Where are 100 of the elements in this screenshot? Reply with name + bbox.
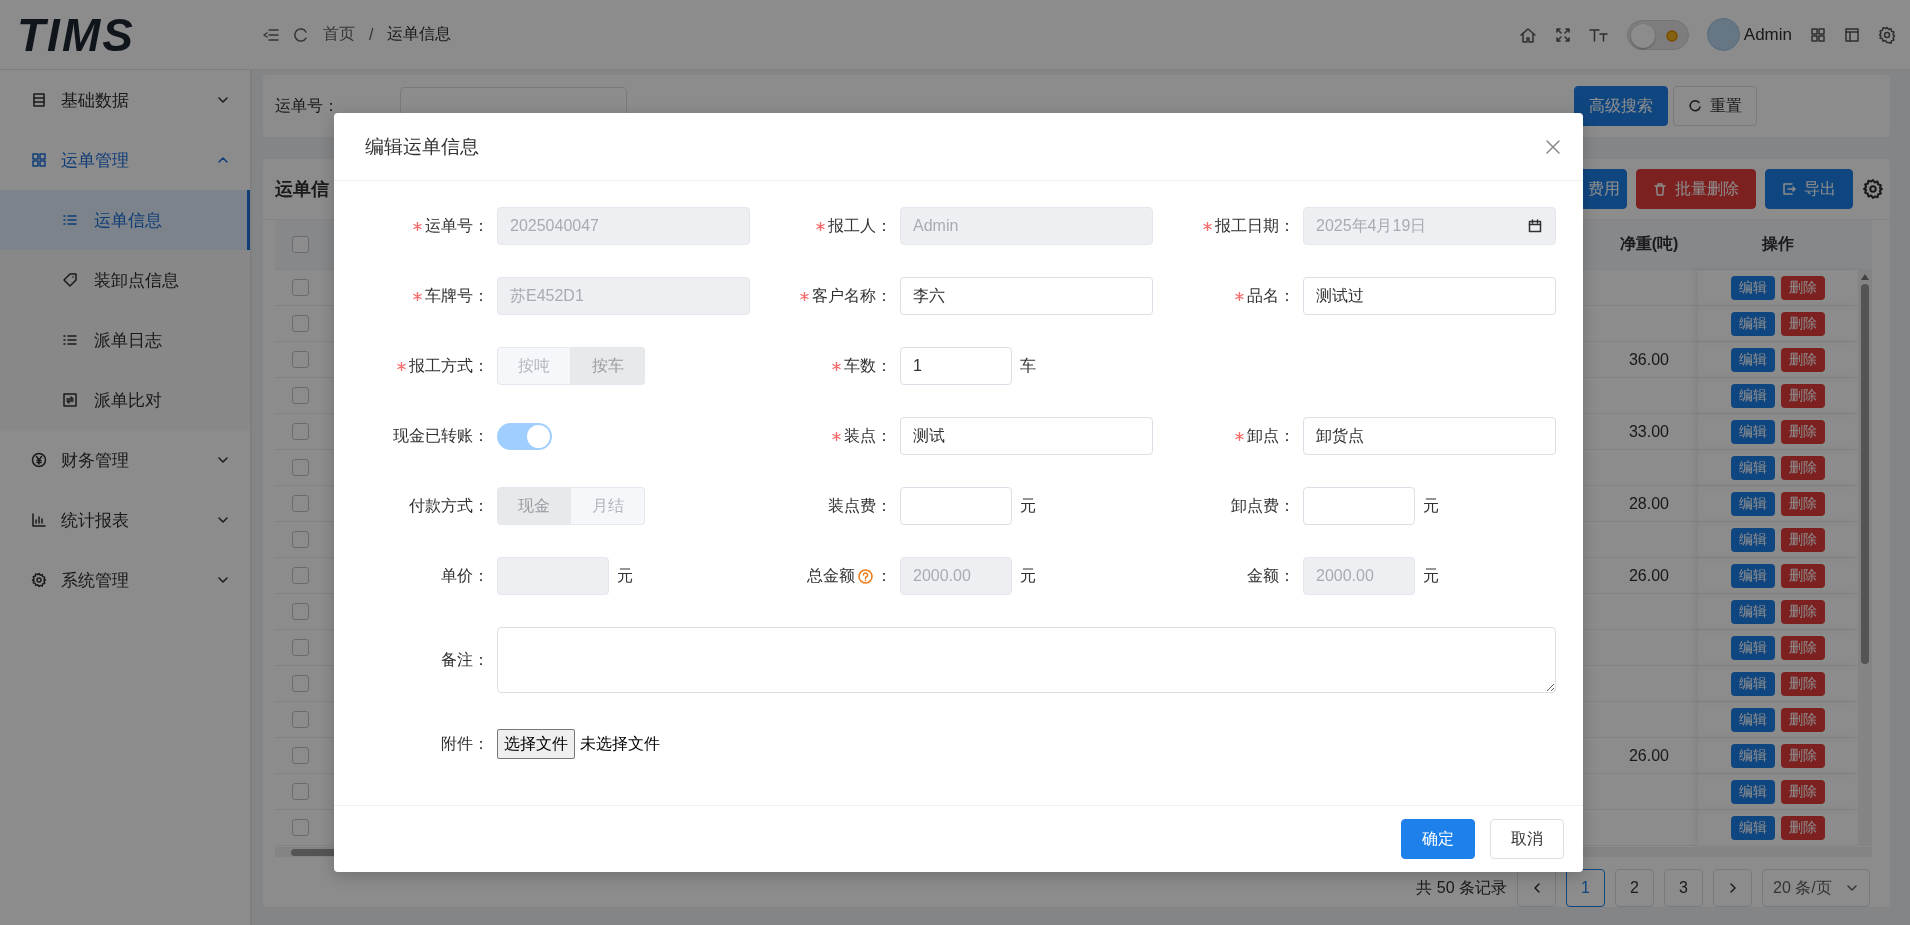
theme-switch[interactable]: [1626, 19, 1689, 50]
delete-button[interactable]: 删除: [1781, 383, 1825, 408]
edit-button[interactable]: 编辑: [1731, 671, 1775, 696]
compare-icon: [62, 392, 78, 408]
input-field[interactable]: 1: [900, 347, 1012, 385]
input-field[interactable]: 测试过: [1303, 277, 1556, 315]
grid-icon: [31, 152, 47, 168]
submenu-item[interactable]: 装卸点信息: [0, 250, 250, 310]
menu-item[interactable]: 系统管理: [0, 550, 250, 610]
input-field[interactable]: 卸货点: [1303, 417, 1556, 455]
checkbox[interactable]: [291, 675, 309, 692]
edit-button[interactable]: 编辑: [1731, 347, 1775, 372]
edit-button[interactable]: 编辑: [1731, 455, 1775, 480]
menu-item[interactable]: 基础数据: [0, 70, 250, 130]
delete-button[interactable]: 删除: [1781, 275, 1825, 300]
delete-button[interactable]: 删除: [1781, 599, 1825, 624]
toolbar-button[interactable]: 批量删除: [1636, 169, 1756, 209]
page-button[interactable]: 1: [1566, 869, 1605, 907]
checkbox[interactable]: [291, 423, 309, 440]
checkbox[interactable]: [291, 459, 309, 476]
page-size-select[interactable]: 20 条/页: [1762, 869, 1870, 907]
edit-button[interactable]: 编辑: [1731, 311, 1775, 336]
user-name[interactable]: Admin: [1743, 24, 1792, 45]
avatar[interactable]: [1706, 18, 1740, 51]
edit-button[interactable]: 编辑: [1731, 599, 1775, 624]
checkbox[interactable]: [291, 819, 309, 836]
required-icon: [800, 291, 809, 301]
field-label: 车数：: [844, 355, 892, 376]
delete-button[interactable]: 删除: [1781, 347, 1825, 372]
checkbox[interactable]: [291, 495, 309, 512]
input-field[interactable]: 测试: [900, 417, 1153, 455]
checkbox[interactable]: [291, 711, 309, 728]
dialog-button[interactable]: 取消: [1490, 819, 1564, 859]
choose-file-button[interactable]: 选择文件: [497, 729, 575, 759]
edit-button[interactable]: 编辑: [1731, 491, 1775, 516]
page-button[interactable]: 3: [1664, 869, 1703, 907]
input-field[interactable]: [900, 487, 1012, 525]
settings-icon[interactable]: [1862, 178, 1884, 200]
checkbox[interactable]: [291, 315, 309, 332]
tag-icon: [62, 272, 78, 288]
search-panel-button[interactable]: 高级搜索: [1574, 86, 1668, 126]
delete-button[interactable]: 删除: [1781, 635, 1825, 660]
menu-item[interactable]: 统计报表: [0, 490, 250, 550]
settings-icon[interactable]: [1878, 25, 1896, 44]
grid-icon[interactable]: [1810, 26, 1826, 43]
search-panel-button[interactable]: 重置: [1673, 86, 1757, 126]
fullscreen-icon[interactable]: [1554, 26, 1571, 43]
checkbox[interactable]: [291, 236, 309, 253]
edit-button[interactable]: 编辑: [1731, 383, 1775, 408]
checkbox[interactable]: [291, 639, 309, 656]
checkbox[interactable]: [291, 387, 309, 404]
delete-button[interactable]: 删除: [1781, 491, 1825, 516]
textarea-field[interactable]: [497, 627, 1556, 693]
checkbox[interactable]: [291, 351, 309, 368]
vertical-scrollbar[interactable]: [1858, 270, 1872, 846]
checkbox[interactable]: [291, 603, 309, 620]
edit-button[interactable]: 编辑: [1731, 275, 1775, 300]
delete-button[interactable]: 删除: [1781, 455, 1825, 480]
input-field[interactable]: 李六: [900, 277, 1153, 315]
checkbox[interactable]: [291, 279, 309, 296]
delete-button[interactable]: 删除: [1781, 419, 1825, 444]
checkbox[interactable]: [291, 783, 309, 800]
menu-item[interactable]: 财务管理: [0, 430, 250, 490]
layout-icon[interactable]: [1844, 26, 1860, 43]
edit-button[interactable]: 编辑: [1731, 635, 1775, 660]
close-icon[interactable]: [1545, 138, 1561, 155]
delete-button[interactable]: 删除: [1781, 527, 1825, 552]
checkbox[interactable]: [291, 567, 309, 584]
home-icon[interactable]: [1518, 25, 1537, 44]
page-button[interactable]: 2: [1615, 869, 1654, 907]
checkbox[interactable]: [291, 531, 309, 548]
refresh-icon[interactable]: [293, 26, 309, 43]
submenu-item[interactable]: 派单日志: [0, 310, 250, 370]
delete-button[interactable]: 删除: [1781, 707, 1825, 732]
delete-button[interactable]: 删除: [1781, 563, 1825, 588]
menu-item[interactable]: 运单管理: [0, 130, 250, 190]
delete-button[interactable]: 删除: [1781, 311, 1825, 336]
breadcrumb-link[interactable]: 首页: [323, 24, 355, 45]
dialog-button[interactable]: 确定: [1401, 819, 1475, 859]
delete-button[interactable]: 删除: [1781, 743, 1825, 768]
unit-label: 元: [1020, 565, 1036, 586]
edit-button[interactable]: 编辑: [1731, 527, 1775, 552]
toolbar-button[interactable]: 导出: [1765, 169, 1853, 209]
edit-button[interactable]: 编辑: [1731, 743, 1775, 768]
edit-button[interactable]: 编辑: [1731, 419, 1775, 444]
edit-button[interactable]: 编辑: [1731, 779, 1775, 804]
input-field[interactable]: [1303, 487, 1415, 525]
delete-button[interactable]: 删除: [1781, 671, 1825, 696]
edit-button[interactable]: 编辑: [1731, 815, 1775, 840]
submenu-item[interactable]: 派单比对: [0, 370, 250, 430]
edit-button[interactable]: 编辑: [1731, 563, 1775, 588]
next-page-button[interactable]: [1713, 869, 1752, 907]
font-size-icon[interactable]: [1588, 26, 1609, 43]
delete-button[interactable]: 删除: [1781, 779, 1825, 804]
delete-button[interactable]: 删除: [1781, 815, 1825, 840]
menu-fold-icon[interactable]: [263, 26, 279, 43]
field-label: 报工人：: [828, 215, 892, 236]
edit-button[interactable]: 编辑: [1731, 707, 1775, 732]
submenu-item[interactable]: 运单信息: [0, 190, 250, 250]
checkbox[interactable]: [291, 747, 309, 764]
